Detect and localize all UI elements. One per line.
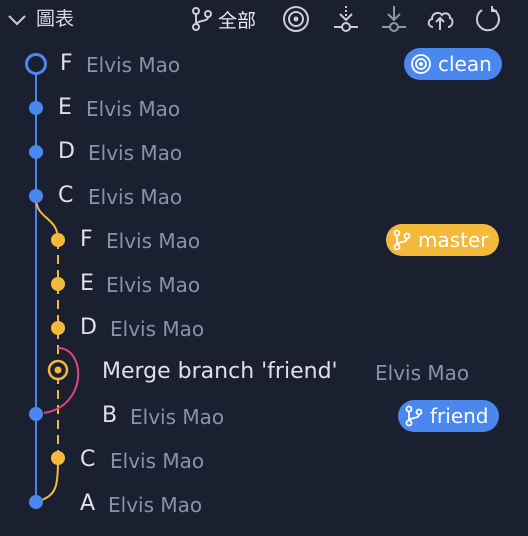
branch-badge-clean[interactable]: clean [404,48,502,80]
commit-message: E [58,95,72,120]
commit-message: E [80,271,94,296]
commit-message: F [80,227,93,252]
pull-icon[interactable] [379,4,409,34]
graph-title: 圖表 [36,8,75,30]
commit-row[interactable]: A Elvis Mao [0,482,528,526]
refresh-icon[interactable] [473,4,503,34]
commit-row[interactable]: E Elvis Mao [0,262,528,306]
commit-message: D [80,315,97,340]
commit-row[interactable]: C Elvis Mao [0,438,528,482]
commit-message: D [58,139,75,164]
fetch-icon[interactable] [331,4,361,34]
commit-author: Elvis Mao [110,449,205,473]
badge-label: friend [430,404,489,428]
commit-row[interactable]: E Elvis Mao [0,86,528,130]
commit-message: B [102,403,118,428]
graph-view-header: 圖表 全部 [0,0,528,40]
commit-author: Elvis Mao [86,53,181,77]
commit-author: Elvis Mao [110,317,205,341]
commit-message: F [60,51,73,76]
commit-author: Elvis Mao [130,405,225,429]
commit-message: Merge branch 'friend' [102,359,338,384]
branch-badge-master[interactable]: master [386,224,499,256]
git-branch-icon [190,6,214,32]
commit-author: Elvis Mao [88,141,183,165]
commit-message: C [58,183,74,208]
commit-row[interactable]: D Elvis Mao [0,130,528,174]
git-branch-icon [404,405,424,427]
commit-row[interactable]: D Elvis Mao [0,306,528,350]
commit-row-merge[interactable]: Merge branch 'friend' Elvis Mao [0,350,528,394]
target-icon[interactable] [281,4,311,34]
commit-author: Elvis Mao [86,97,181,121]
branch-filter-label: 全部 [218,9,257,32]
commit-author: Elvis Mao [106,229,201,253]
commit-author: Elvis Mao [106,273,201,297]
branch-badge-friend[interactable]: friend [398,400,499,432]
target-icon [410,53,432,75]
git-branch-icon [392,229,412,251]
commit-message: A [80,491,96,516]
badge-label: master [418,228,489,252]
branch-filter-button[interactable]: 全部 [190,4,256,34]
commit-row[interactable]: F Elvis Mao master [0,218,528,262]
chevron-down-icon[interactable] [6,10,28,30]
badge-label: clean [438,52,492,76]
commit-message: C [80,447,96,472]
commit-row[interactable]: F Elvis Mao clean [0,42,528,86]
commit-graph: F Elvis Mao clean E Elvis Mao D Elvis Ma… [0,40,528,536]
cloud-upload-icon[interactable] [425,4,455,34]
commit-row[interactable]: C Elvis Mao [0,174,528,218]
commit-row[interactable]: B Elvis Mao friend [0,394,528,438]
commit-author: Elvis Mao [375,361,470,385]
commit-author: Elvis Mao [108,493,203,517]
commit-author: Elvis Mao [88,185,183,209]
